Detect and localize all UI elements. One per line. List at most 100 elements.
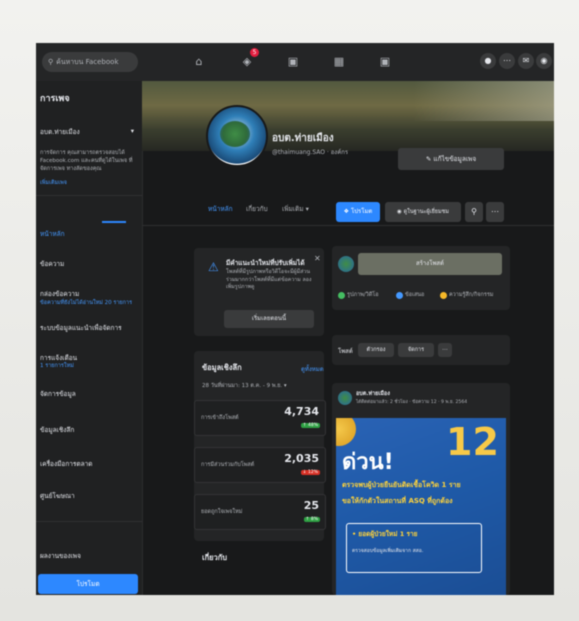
search-icon: ⚲ <box>48 58 54 66</box>
sidebar-item-manage[interactable]: จัดการข้อมูล <box>40 389 138 399</box>
avatar <box>338 391 352 405</box>
pencil-icon: ✎ <box>425 155 432 163</box>
top-navigation-bar: ⚲ ค้นหาบน Facebook ⌂ ◈ 5 ▣ ▦ ▣ ● ⋯ ✉ ◉ <box>36 43 554 82</box>
sidebar-page-selector[interactable]: อบต.ท่ายเมือง ▾ <box>40 127 138 137</box>
search-placeholder: ค้นหาบน Facebook <box>56 57 119 66</box>
page-title: อบต.ท่ายเมือง <box>272 133 334 144</box>
photo-video-option[interactable]: รูปภาพ/วิดีโอ <box>338 291 379 299</box>
offer-label: ข้อเสนอ <box>405 292 425 298</box>
sidebar-intro: การจัดการ คุณสามารถตรวจสอบได้ Facebook.c… <box>40 150 133 172</box>
about-section-title: เกี่ยวกับ <box>202 553 228 562</box>
sidebar-title: การเพจ <box>40 94 70 104</box>
sidebar-item-messages[interactable]: ข้อความ <box>40 259 138 269</box>
edit-page-info-label: แก้ไขข้อมูลเพจ <box>433 155 477 163</box>
sidebar-page-name: อบต.ท่ายเมือง <box>40 128 80 136</box>
stat-label: ยอดถูกใจเพจใหม่ <box>201 509 243 515</box>
view-as-visitor-label: ดูในฐานะผู้เยี่ยมชม <box>403 209 449 215</box>
avatar <box>338 256 354 272</box>
messenger-icon[interactable]: ✉ <box>518 53 534 69</box>
notifications-icon[interactable]: ◈ <box>240 55 254 69</box>
promote-button[interactable]: ❖ โปรโมต <box>336 202 380 222</box>
sun-graphic <box>336 418 356 446</box>
manage-posts-button[interactable]: จัดการ <box>398 343 434 357</box>
stat-value: 2,035 <box>284 452 319 465</box>
search-page-button[interactable]: ⚲ <box>465 202 483 222</box>
menu-grid-icon[interactable]: ⋯ <box>499 53 515 69</box>
view-as-visitor-button[interactable]: ◉ ดูในฐานะผู้เยี่ยมชม <box>385 202 461 222</box>
sidebar-promote-button[interactable]: โปรโมต <box>38 574 138 594</box>
page-handle: @thaimuang.SAO · องค์กร <box>272 149 349 156</box>
more-options-button[interactable]: ⋯ <box>486 202 504 222</box>
tab-more[interactable]: เพิ่มเติม ▾ <box>282 204 309 214</box>
create-post-input[interactable]: สร้างโพสต์ <box>358 253 502 275</box>
sidebar-item-marketing-tools[interactable]: เครื่องมือการตลาด <box>40 459 138 469</box>
tab-about[interactable]: เกี่ยวกับ <box>246 204 268 214</box>
page-management-sidebar: การเพจ อบต.ท่ายเมือง ▾ การจัดการ คุณสามา… <box>36 81 143 595</box>
photo-icon <box>338 291 345 299</box>
edit-page-info-button[interactable]: ✎ แก้ไขข้อมูลเพจ <box>398 148 504 170</box>
cover-landscape <box>414 81 554 121</box>
sidebar-item-page-performance[interactable]: ผลงานของเพจ <box>40 551 138 561</box>
post-case-count: 12 <box>446 420 499 464</box>
offer-option[interactable]: ข้อเสนอ <box>396 291 424 299</box>
sidebar-item-inbox-detail: ข้อความที่ยังไม่ได้อ่านใหม่ 20 รายการ <box>40 300 133 306</box>
stat-card[interactable]: การเข้าถึงโพสต์ 4,734 ↑ 48% <box>194 400 326 436</box>
feeling-icon <box>440 291 447 299</box>
offer-icon <box>396 291 403 299</box>
post-meta: ได้ติดต่อมาแล้ว: 2 ชั่วโมง · ข้อความ 12 … <box>356 400 468 405</box>
stat-delta: ↑ 8% <box>303 517 320 522</box>
stat-value: 25 <box>303 499 319 512</box>
stat-delta: ↑ 48% <box>300 423 320 428</box>
insights-period[interactable]: 28 วันที่ผ่านมา: 13 ต.ค. - 9 พ.ย. ▾ <box>202 382 287 390</box>
tip-title: มีคำแนะนำใหม่ที่ปรับเพิ่มได้ <box>226 259 305 267</box>
divider <box>36 195 142 196</box>
photo-video-label: รูปภาพ/วิดีโอ <box>347 292 379 298</box>
sidebar-intro-link[interactable]: เพิ่มเติมเพจ <box>40 179 138 187</box>
sidebar-item-ad-center[interactable]: ศูนย์โฆษณา <box>40 491 138 501</box>
warning-icon: ⚠ <box>208 260 219 274</box>
facebook-page-screen: ⚲ ค้นหาบน Facebook ⌂ ◈ 5 ▣ ▦ ▣ ● ⋯ ✉ ◉ ก… <box>36 43 554 595</box>
tip-action-button[interactable]: เริ่มเลยตอนนี้ <box>224 310 314 328</box>
insights-title: ข้อมูลเชิงลึก <box>202 363 242 372</box>
post-text-line: ขอให้กักตัวในสถานที่ ASQ ที่ถูกต้อง <box>342 497 453 505</box>
search-icon: ⚲ <box>471 207 477 216</box>
post-info-box-line: ตรวจสอบข้อมูลเพิ่มเติมจาก สสอ. <box>352 548 424 554</box>
stat-value: 4,734 <box>284 405 319 418</box>
stat-delta: ↓ 12% <box>300 470 320 475</box>
cover-photo[interactable] <box>142 81 554 151</box>
marketplace-icon[interactable]: ▦ <box>332 55 346 69</box>
filter-button[interactable]: ตัวกรอง <box>358 343 394 357</box>
posts-heading: โพสต์ <box>338 348 353 355</box>
post-info-box-line: • ยอดผู้ป่วยใหม่ 1 ราย <box>352 530 418 538</box>
divider <box>36 521 142 522</box>
home-icon[interactable]: ⌂ <box>192 55 206 69</box>
stat-card[interactable]: ยอดถูกใจเพจใหม่ 25 ↑ 8% <box>194 494 326 530</box>
watch-icon[interactable]: ▣ <box>286 55 300 69</box>
sidebar-item-notifications-detail: 1 รายการใหม่ <box>40 363 74 369</box>
eye-icon: ◉ <box>397 209 402 215</box>
sidebar-item-inbox[interactable]: กล่องข้อความ <box>40 289 138 299</box>
active-tab-indicator <box>102 221 126 223</box>
feeling-label: ความรู้สึก/กิจกรรม <box>449 292 494 298</box>
avatar[interactable]: ● <box>480 53 496 69</box>
stat-label: การเข้าถึงโพสต์ <box>201 415 239 421</box>
post-headline: ด่วน! <box>342 450 394 475</box>
sidebar-item-insights[interactable]: ข้อมูลเชิงลึก <box>40 425 138 435</box>
gaming-icon[interactable]: ▣ <box>378 55 392 69</box>
sidebar-item-recommendations[interactable]: ระบบข้อมูลแนะนำเพื่อจัดการ <box>40 323 138 333</box>
stat-card[interactable]: การมีส่วนร่วมกับโพสต์ 2,035 ↓ 12% <box>194 447 326 483</box>
megaphone-icon: ❖ <box>343 208 350 215</box>
sidebar-item-home[interactable]: หน้าหลัก <box>40 229 138 239</box>
chevron-down-icon: ▾ <box>130 127 134 135</box>
more-icon[interactable]: ⋯ <box>438 343 452 357</box>
tab-home[interactable]: หน้าหลัก <box>208 204 233 214</box>
notification-badge: 5 <box>250 48 259 57</box>
insights-see-all-link[interactable]: ดูทั้งหมด <box>301 364 324 374</box>
feeling-option[interactable]: ความรู้สึก/กิจกรรม <box>440 291 493 299</box>
search-box[interactable]: ⚲ ค้นหาบน Facebook <box>42 52 138 72</box>
promote-button-label: โปรโมต <box>350 208 373 215</box>
tip-body: โพสต์ที่มีรูปภาพหรือวิดีโอจะมีผู้มีส่วนร… <box>226 269 312 290</box>
bell-icon[interactable]: ◉ <box>536 53 552 69</box>
post-author[interactable]: อบต.ท่ายเมือง <box>356 390 390 398</box>
post-image[interactable]: 12 ด่วน! ตรวจพบผู้ป่วยยืนยันติดเชื้อโควิ… <box>336 418 506 595</box>
